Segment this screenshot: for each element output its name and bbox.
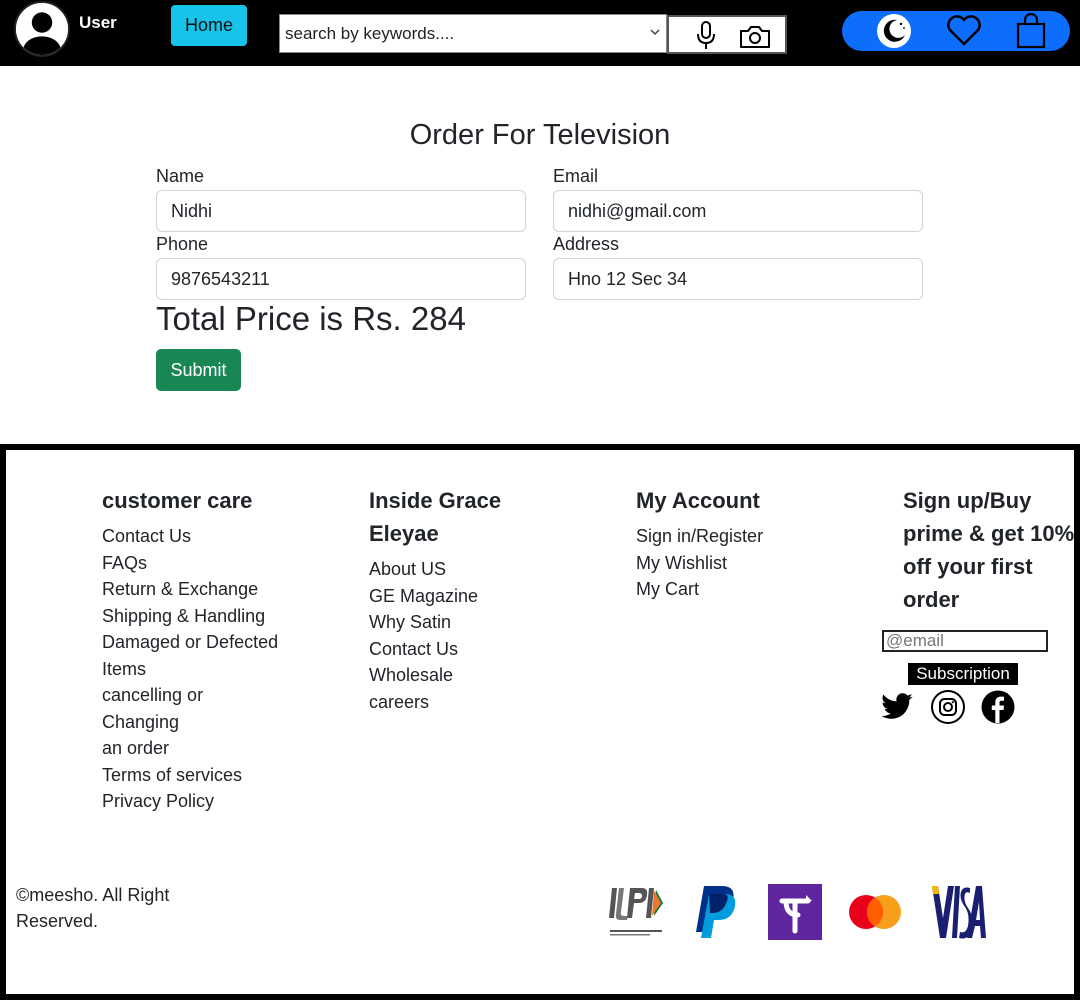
facebook-icon[interactable]: [981, 690, 1015, 724]
footer-link[interactable]: About US: [369, 556, 559, 583]
footer-link[interactable]: FAQs: [102, 550, 312, 577]
search-input[interactable]: [280, 15, 640, 52]
footer-link[interactable]: cancelling or: [102, 682, 312, 709]
footer-link[interactable]: Shipping & Handling: [102, 603, 312, 630]
top-navbar: User Home: [0, 0, 1080, 66]
header-actions: [842, 11, 1070, 51]
copyright-text: ©meesho. All Right Reserved.: [16, 885, 170, 931]
phone-field[interactable]: [156, 258, 526, 300]
address-field[interactable]: [553, 258, 923, 300]
footer: customer care Contact Us FAQs Return & E…: [0, 444, 1080, 1000]
footer-link[interactable]: Items: [102, 656, 312, 683]
inside-column: Inside Grace Eleyae About US GE Magazine…: [369, 484, 559, 715]
name-label: Name: [156, 166, 205, 186]
footer-link[interactable]: Damaged or Defected: [102, 629, 312, 656]
footer-link[interactable]: an order: [102, 735, 312, 762]
search-tools: [667, 15, 787, 54]
camera-icon[interactable]: [739, 25, 771, 49]
footer-link[interactable]: Return & Exchange: [102, 576, 312, 603]
search-bar: [279, 14, 667, 53]
shopping-bag-icon[interactable]: [1014, 13, 1048, 49]
microphone-icon[interactable]: [694, 21, 718, 51]
footer-link[interactable]: Wholesale: [369, 662, 559, 689]
total-price: Total Price is Rs. 284: [156, 300, 466, 337]
subscription-button[interactable]: Subscription: [908, 663, 1018, 685]
chevron-down-icon[interactable]: [648, 25, 662, 39]
user-label[interactable]: User: [79, 13, 117, 33]
paypal-logo: [696, 886, 736, 938]
twitter-icon[interactable]: [880, 690, 914, 724]
footer-link[interactable]: careers: [369, 689, 559, 716]
heart-icon[interactable]: [946, 15, 982, 47]
footer-link[interactable]: Sign in/Register: [636, 523, 836, 550]
avatar-icon[interactable]: [14, 1, 70, 57]
signup-column: Sign up/Buy prime & get 10% off your fir…: [903, 484, 1078, 616]
upi-logo: [609, 888, 663, 936]
submit-button[interactable]: Submit: [156, 349, 241, 391]
footer-link[interactable]: Contact Us: [369, 636, 559, 663]
customer-care-heading: customer care: [102, 488, 253, 513]
signup-heading: Sign up/Buy prime & get 10% off your fir…: [903, 488, 1075, 612]
email-label: Email: [553, 166, 599, 186]
name-field[interactable]: [156, 190, 526, 232]
mastercard-logo: [849, 895, 901, 929]
subscribe-email-input[interactable]: [882, 630, 1048, 652]
home-button[interactable]: Home: [171, 5, 247, 46]
email-field[interactable]: [553, 190, 923, 232]
moon-icon[interactable]: [876, 13, 912, 49]
footer-link[interactable]: Terms of services: [102, 762, 312, 789]
footer-link[interactable]: Why Satin: [369, 609, 559, 636]
footer-link[interactable]: Contact Us: [102, 523, 312, 550]
phonepe-logo: [768, 884, 822, 940]
address-label: Address: [553, 234, 620, 254]
footer-link[interactable]: GE Magazine: [369, 583, 559, 610]
instagram-icon[interactable]: [931, 690, 965, 724]
inside-heading: Inside Grace Eleyae: [369, 488, 502, 546]
phone-label: Phone: [156, 234, 209, 254]
account-column: My Account Sign in/Register My Wishlist …: [636, 484, 836, 603]
footer-link[interactable]: Privacy Policy: [102, 788, 312, 815]
footer-link[interactable]: My Wishlist: [636, 550, 836, 577]
footer-link[interactable]: Changing: [102, 709, 312, 736]
customer-care-column: customer care Contact Us FAQs Return & E…: [102, 484, 312, 815]
footer-link[interactable]: My Cart: [636, 576, 836, 603]
visa-logo: [932, 886, 986, 939]
account-heading: My Account: [636, 488, 760, 513]
page-title: Order For Television: [409, 119, 671, 151]
